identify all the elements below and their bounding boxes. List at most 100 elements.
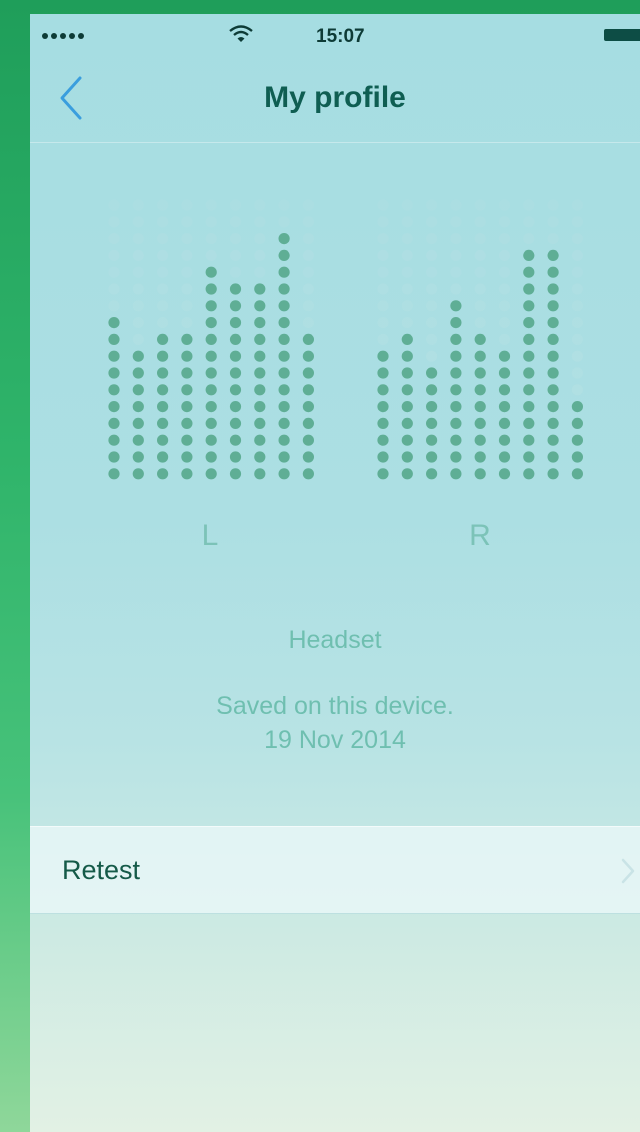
level-dot-empty [498, 249, 511, 261]
level-dot-filled [181, 417, 193, 429]
level-dot-filled [278, 434, 290, 446]
level-dot-filled [157, 384, 169, 396]
level-dot-filled [157, 367, 169, 379]
level-dot-empty [474, 249, 486, 261]
level-dot-empty [547, 233, 559, 245]
level-dot-empty [229, 216, 242, 228]
level-dot-filled [205, 451, 217, 463]
level-dot-empty [498, 333, 511, 345]
level-dot-filled [205, 468, 217, 480]
level-dot-filled [474, 367, 486, 379]
level-dot-filled [401, 417, 413, 429]
level-dot-empty [205, 233, 217, 245]
saved-status-text: Saved on this device. [216, 692, 454, 720]
level-dot-empty [377, 233, 389, 245]
level-dot-filled [474, 350, 486, 362]
level-dot-empty [157, 266, 169, 278]
level-dot-empty [132, 249, 144, 261]
level-dot-filled [205, 333, 217, 345]
level-dot-empty [302, 283, 314, 295]
level-dot-empty [571, 350, 583, 362]
level-dot-empty [571, 233, 583, 245]
level-dot-empty [401, 317, 413, 329]
level-dot-filled [450, 401, 462, 413]
level-dot-filled [254, 367, 266, 379]
level-dot-filled [157, 333, 169, 345]
level-dot-filled [450, 384, 462, 396]
level-dot-filled [254, 401, 266, 413]
level-dot-filled [132, 417, 144, 429]
level-dot-empty [401, 249, 413, 261]
level-dot-filled [450, 468, 462, 480]
level-dot-filled [571, 451, 583, 463]
level-dot-filled [450, 333, 462, 345]
level-dot-filled [278, 317, 290, 329]
signal-dot [42, 33, 48, 39]
level-dot-filled [426, 401, 438, 413]
level-dot-filled [474, 468, 486, 480]
level-dot-empty [523, 199, 535, 211]
level-dot-filled [157, 434, 169, 446]
level-dot-filled [302, 417, 314, 429]
level-dot-filled [108, 401, 120, 413]
level-dot-empty [426, 350, 438, 362]
right-ear-chart [377, 199, 583, 480]
level-dot-filled [547, 401, 559, 413]
level-dot-empty [181, 283, 193, 295]
level-dot-filled [547, 434, 559, 446]
level-dot-empty [132, 216, 144, 228]
level-dot-filled [108, 367, 120, 379]
level-dot-empty [426, 317, 438, 329]
level-dot-empty [450, 249, 462, 261]
level-dot-empty [302, 199, 314, 211]
level-dot-filled [401, 401, 413, 413]
frequency-column [205, 199, 217, 480]
level-dot-empty [132, 317, 144, 329]
level-dot-empty [108, 216, 120, 228]
level-dot-empty [108, 266, 120, 278]
level-dot-filled [523, 468, 535, 480]
level-dot-filled [254, 333, 266, 345]
level-dot-empty [498, 283, 511, 295]
level-dot-filled [229, 451, 242, 463]
retest-button[interactable]: Retest [30, 826, 640, 914]
level-dot-filled [547, 350, 559, 362]
level-dot-empty [401, 199, 413, 211]
level-dot-filled [474, 401, 486, 413]
level-dot-filled [229, 384, 242, 396]
level-dot-empty [547, 199, 559, 211]
level-dot-filled [450, 417, 462, 429]
level-dot-filled [205, 384, 217, 396]
level-dot-filled [254, 384, 266, 396]
level-dot-filled [157, 350, 169, 362]
level-dot-filled [450, 350, 462, 362]
level-dot-empty [229, 266, 242, 278]
level-dot-filled [474, 451, 486, 463]
level-dot-filled [401, 468, 413, 480]
level-dot-filled [523, 283, 535, 295]
level-dot-filled [523, 384, 535, 396]
level-dot-filled [450, 451, 462, 463]
level-dot-filled [498, 451, 511, 463]
level-dot-filled [229, 283, 242, 295]
retest-label: Retest [62, 855, 141, 885]
level-dot-empty [426, 249, 438, 261]
level-dot-filled [132, 468, 144, 480]
level-dot-empty [450, 216, 462, 228]
level-dot-filled [278, 233, 290, 245]
level-dot-filled [377, 350, 389, 362]
battery-icon [604, 29, 640, 41]
level-dot-filled [108, 317, 120, 329]
level-dot-filled [523, 333, 535, 345]
level-dot-filled [523, 417, 535, 429]
level-dot-empty [377, 333, 389, 345]
level-dot-empty [181, 249, 193, 261]
level-dot-filled [254, 300, 266, 312]
level-dot-filled [278, 401, 290, 413]
level-dot-filled [401, 350, 413, 362]
level-dot-empty [229, 199, 242, 211]
level-dot-filled [474, 333, 486, 345]
status-bar: 15:07 [30, 14, 640, 56]
signal-dot [60, 33, 66, 39]
level-dot-filled [523, 266, 535, 278]
